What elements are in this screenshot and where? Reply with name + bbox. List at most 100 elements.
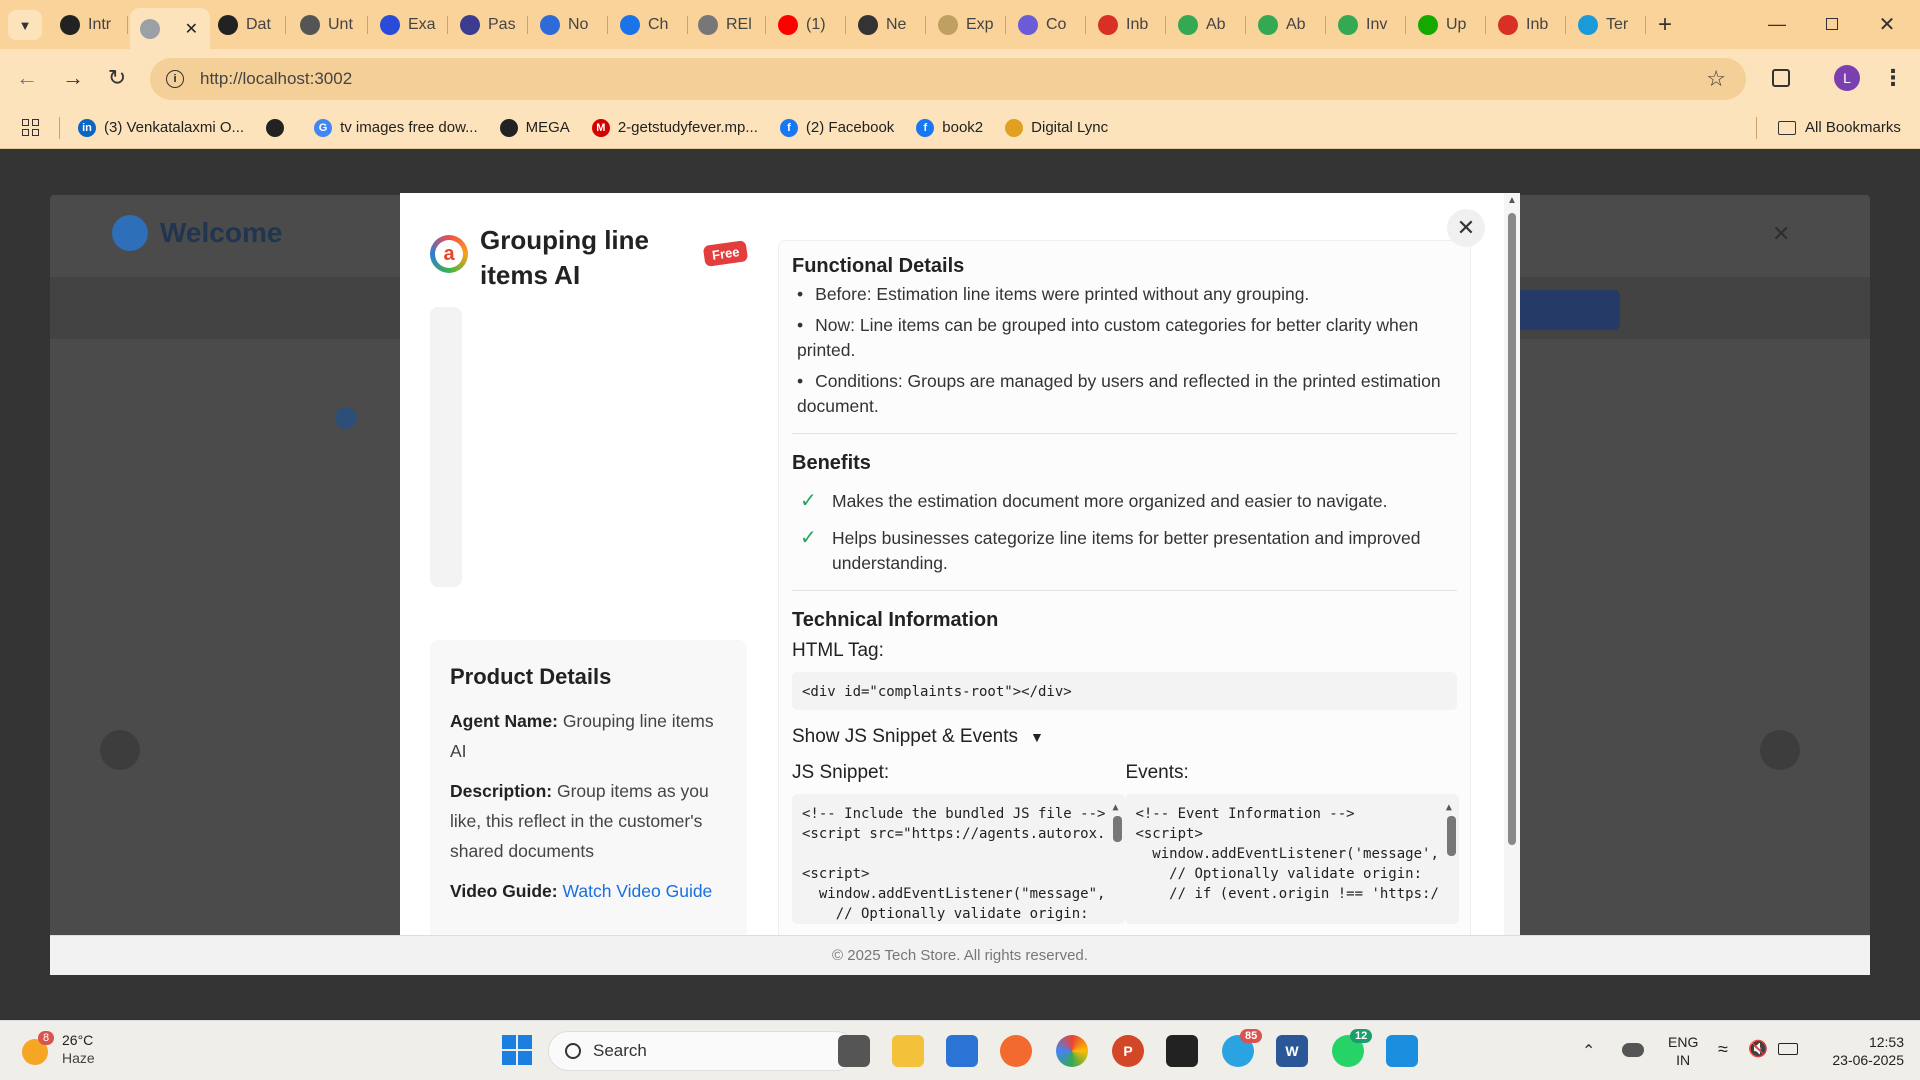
url-text[interactable]: http://localhost:3002 <box>200 69 352 89</box>
back-button[interactable]: ← <box>12 63 42 93</box>
scroll-thumb[interactable] <box>1446 816 1456 856</box>
browser-tab[interactable]: Dat <box>208 8 286 41</box>
whatsapp-icon[interactable]: 12 <box>1332 1029 1373 1067</box>
clock[interactable]: 12:53 23-06-2025 <box>1814 1033 1904 1069</box>
bookmark-label: tv images free dow... <box>340 119 478 136</box>
events-code-box[interactable]: <!-- Event Information --> <script> wind… <box>1125 794 1459 924</box>
folder-icon <box>300 14 320 35</box>
tab-separator <box>1565 16 1566 34</box>
menu-button[interactable]: ⋮ <box>1878 63 1908 93</box>
app-icon[interactable] <box>1000 1035 1032 1067</box>
tab-separator <box>367 16 368 34</box>
clock-date: 23-06-2025 <box>1832 1052 1904 1068</box>
app-icon <box>1178 14 1198 35</box>
bookmark-item[interactable]: M 2-getstudyfever.mp... <box>591 118 758 137</box>
bookmark-item[interactable]: Digital Lync <box>1005 118 1108 137</box>
browser-tab[interactable]: Ab <box>1248 8 1326 41</box>
browser-tab[interactable]: Ne <box>848 8 926 41</box>
browser-tab[interactable]: No <box>530 8 608 41</box>
watch-video-link[interactable]: Watch Video Guide <box>562 881 712 901</box>
taskbar-search[interactable]: Search <box>548 1031 856 1071</box>
browser-tab[interactable]: Up <box>1408 8 1486 41</box>
new-tab-button[interactable]: + <box>1650 10 1680 40</box>
browser-tab[interactable]: Inb <box>1088 8 1166 41</box>
events-scrollbar[interactable]: ▲ <box>1444 794 1459 924</box>
volume-muted-icon[interactable]: 🔇 <box>1748 1039 1768 1059</box>
reload-button[interactable]: ↻ <box>102 63 132 93</box>
onedrive-icon[interactable] <box>1622 1043 1644 1057</box>
browser-tab[interactable]: Ab <box>1168 8 1246 41</box>
bookmark-item[interactable]: Gtv images free dow... <box>314 118 478 137</box>
file-explorer-icon[interactable] <box>892 1035 924 1067</box>
powerpoint-icon[interactable]: P <box>1112 1035 1144 1067</box>
arrow-left-icon: ← <box>16 65 38 90</box>
store-icon[interactable] <box>946 1035 978 1067</box>
tab-label: Ne <box>886 15 907 33</box>
extensions-button[interactable] <box>1766 63 1796 93</box>
modal-close-button[interactable]: ✕ <box>1447 209 1485 247</box>
tab-separator <box>1645 16 1646 34</box>
browser-tab[interactable]: Ch <box>610 8 688 41</box>
forward-button[interactable]: → <box>58 63 88 93</box>
app-icon[interactable] <box>1166 1035 1198 1067</box>
bookmark-star-icon[interactable]: ☆ <box>1706 66 1726 92</box>
tray-overflow-icon[interactable]: ⌃ <box>1582 1041 1595 1061</box>
restore-button[interactable] <box>1815 8 1849 40</box>
address-bar[interactable]: i http://localhost:3002 ☆ <box>150 58 1746 100</box>
site-info-icon[interactable]: i <box>166 70 184 88</box>
minimize-button[interactable]: — <box>1760 8 1794 40</box>
browser-tab[interactable]: ✕ <box>130 8 210 49</box>
browser-tab[interactable]: Exp <box>928 8 1006 41</box>
divider <box>792 433 1457 434</box>
all-bookmarks-button[interactable]: All Bookmarks <box>1778 119 1901 136</box>
bookmark-item[interactable]: MEGA <box>499 118 570 137</box>
scroll-up-icon: ▲ <box>1112 802 1119 813</box>
apps-button[interactable] <box>22 119 39 136</box>
bookmark-label: book2 <box>942 119 984 136</box>
js-snippet-code-box[interactable]: <!-- Include the bundled JS file --> <sc… <box>792 794 1126 924</box>
browser-tab[interactable]: Unt <box>290 8 368 41</box>
chrome-icon[interactable] <box>1056 1035 1088 1067</box>
app-icon <box>1258 14 1278 35</box>
tab-separator <box>1085 16 1086 34</box>
youtube-icon <box>778 14 798 35</box>
browser-tab[interactable]: REl <box>688 8 766 41</box>
browser-tab[interactable]: Pas <box>450 8 528 41</box>
browser-tab[interactable]: Inv <box>1328 8 1406 41</box>
browser-tab[interactable]: (1) <box>768 8 846 41</box>
browser-tab[interactable]: Inb <box>1488 8 1566 41</box>
close-tab-icon[interactable]: ✕ <box>185 19 198 39</box>
close-window-button[interactable]: ✕ <box>1870 8 1904 40</box>
scroll-thumb[interactable] <box>1113 816 1123 842</box>
wifi-icon[interactable]: ≈ <box>1718 1039 1728 1060</box>
tab-search-button[interactable]: ▼ <box>8 10 42 40</box>
browser-tab[interactable]: Ter <box>1568 8 1646 41</box>
browser-tab[interactable]: Intr <box>50 8 128 41</box>
browser-tab[interactable]: Co <box>1008 8 1086 41</box>
bookmark-item[interactable]: in (3) Venkatalaxmi O... <box>78 118 244 137</box>
show-js-toggle[interactable]: Show JS Snippet & Events ▼ <box>792 726 1457 748</box>
scroll-thumb[interactable] <box>1508 213 1516 845</box>
weather-widget[interactable]: 8 26°C Haze <box>20 1031 95 1067</box>
browser-tab[interactable]: Exa <box>370 8 448 41</box>
modal-scrollbar[interactable]: ▲ <box>1504 193 1520 935</box>
start-button[interactable] <box>502 1035 532 1065</box>
image-placeholder <box>430 307 462 587</box>
profile-avatar[interactable]: L <box>1834 65 1860 91</box>
task-view-icon[interactable] <box>838 1035 870 1067</box>
divider <box>792 590 1457 591</box>
js-snippet-scrollbar[interactable]: ▲ <box>1110 794 1125 924</box>
word-icon[interactable]: W <box>1276 1035 1308 1067</box>
bookmark-item[interactable]: f book2 <box>916 118 984 137</box>
app-icon <box>698 14 718 35</box>
photos-icon[interactable] <box>1386 1035 1418 1067</box>
telegram-icon[interactable]: 85 <box>1222 1029 1263 1067</box>
bookmark-item[interactable]: f (2) Facebook <box>779 118 894 137</box>
plus-icon: + <box>1657 11 1672 38</box>
battery-icon[interactable] <box>1778 1043 1798 1055</box>
bookmark-item[interactable] <box>266 118 292 137</box>
language-indicator[interactable]: ENG IN <box>1668 1033 1698 1069</box>
benefits-heading: Benefits <box>792 452 871 474</box>
html-tag-code[interactable]: <div id="complaints-root"></div> <box>792 672 1457 710</box>
check-icon: ✓ <box>800 527 817 549</box>
